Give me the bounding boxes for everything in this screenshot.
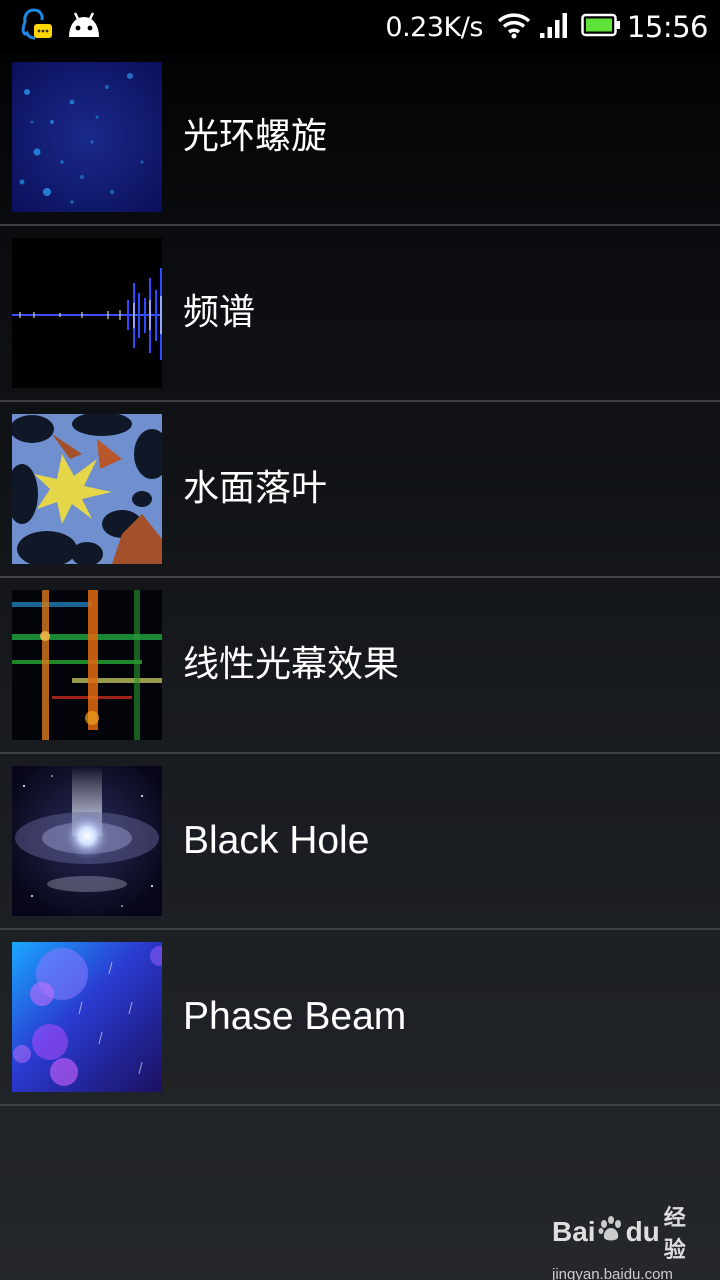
list-item-halo-spiral[interactable]: 光环螺旋 xyxy=(0,50,720,226)
list-item-label: Phase Beam xyxy=(183,995,407,1038)
status-bar: 0.23K/s 15:56 xyxy=(0,0,720,54)
baidu-logo-jingyan: 经验 xyxy=(663,1206,686,1263)
wifi-icon xyxy=(497,11,531,43)
black-hole-thumbnail xyxy=(12,766,162,916)
battery-icon xyxy=(581,13,621,41)
network-speed: 0.23K/s xyxy=(385,11,483,43)
list-item-falling-leaves[interactable]: 水面落叶 xyxy=(0,402,720,578)
baidu-logo: Bai du 经验 xyxy=(552,1200,692,1264)
list-item-label: 光环螺旋 xyxy=(183,116,328,157)
halo-spiral-thumbnail xyxy=(12,62,162,212)
list-item-label: 水面落叶 xyxy=(183,468,328,509)
qq-notification-icon xyxy=(20,7,54,47)
baidu-logo-left: Bai xyxy=(552,1216,596,1247)
list-item-spectrum[interactable]: 频谱 xyxy=(0,226,720,402)
list-item-label: Black Hole xyxy=(183,819,370,862)
phase-beam-thumbnail xyxy=(12,942,162,1092)
live-wallpaper-list: 光环螺旋 频谱 水面落叶 线性光幕效果 Black Hole Phase Bea… xyxy=(0,50,720,1106)
baidu-paw-icon xyxy=(597,1215,625,1250)
baidu-logo-right: du xyxy=(625,1216,660,1247)
baidu-jingyan-watermark: Bai du 经验 jingyan.baidu.com xyxy=(552,1200,692,1280)
linear-light-curtain-thumbnail xyxy=(12,590,162,740)
status-bar-left xyxy=(20,8,102,46)
falling-leaves-thumbnail xyxy=(12,414,162,564)
list-item-label: 频谱 xyxy=(183,292,256,333)
list-item-phase-beam[interactable]: Phase Beam xyxy=(0,930,720,1106)
status-bar-right: 0.23K/s 15:56 xyxy=(385,8,708,46)
list-item-label: 线性光幕效果 xyxy=(183,644,400,685)
list-item-black-hole[interactable]: Black Hole xyxy=(0,754,720,930)
list-item-linear-light-curtain[interactable]: 线性光幕效果 xyxy=(0,578,720,754)
spectrum-thumbnail xyxy=(12,238,162,388)
watermark-url: jingyan.baidu.com xyxy=(552,1266,673,1280)
signal-icon xyxy=(539,11,569,43)
android-icon xyxy=(66,11,102,43)
clock: 15:56 xyxy=(626,10,709,44)
